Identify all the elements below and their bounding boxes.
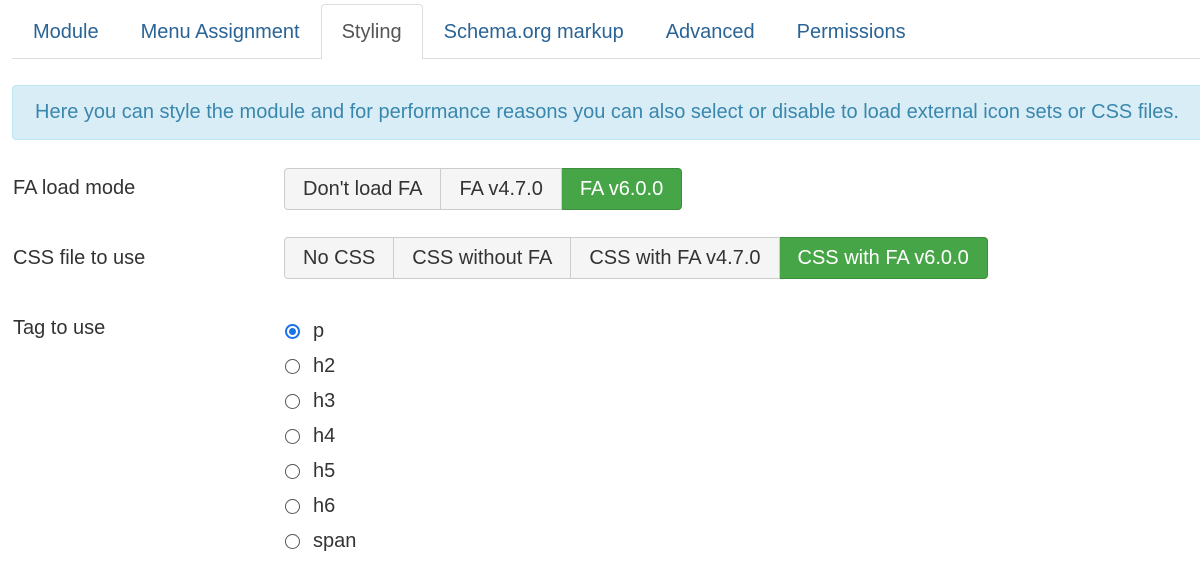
tag-option-h2[interactable]: h2 (284, 349, 356, 384)
css-file-button-group: No CSS CSS without FA CSS with FA v4.7.0… (284, 237, 988, 279)
radio-label: span (313, 530, 357, 552)
tab-permissions[interactable]: Permissions (776, 5, 927, 58)
css-file-label: CSS file to use (13, 247, 146, 269)
tab-styling[interactable]: Styling (320, 4, 423, 59)
tab-schema-org-markup[interactable]: Schema.org markup (423, 5, 645, 58)
tag-option-p[interactable]: p (284, 314, 356, 349)
info-alert: Here you can style the module and for pe… (12, 85, 1200, 140)
radio-label: h5 (313, 460, 336, 482)
tab-module[interactable]: Module (12, 5, 120, 58)
radio-button[interactable] (285, 359, 300, 374)
info-alert-text: Here you can style the module and for pe… (35, 101, 1179, 123)
radio-button[interactable] (285, 324, 300, 339)
radio-button[interactable] (285, 429, 300, 444)
tag-option-h5[interactable]: h5 (284, 454, 356, 489)
fa-load-mode-label: FA load mode (13, 177, 136, 199)
radio-label: h2 (313, 355, 336, 377)
tag-to-use-radio-group: p h2 h3 h4 h5 h6 span (284, 314, 356, 559)
radio-button[interactable] (285, 534, 300, 549)
css-file-with-fa-v4-button[interactable]: CSS with FA v4.7.0 (571, 237, 780, 279)
tag-option-h3[interactable]: h3 (284, 384, 356, 419)
radio-label: h6 (313, 495, 336, 517)
css-file-no-css-button[interactable]: No CSS (284, 237, 395, 279)
fa-load-mode-v6-button[interactable]: FA v6.0.0 (561, 168, 683, 210)
tag-option-span[interactable]: span (284, 524, 356, 559)
radio-label: h4 (313, 425, 336, 447)
tag-to-use-label: Tag to use (13, 317, 106, 339)
tag-option-h6[interactable]: h6 (284, 489, 356, 524)
tag-option-h4[interactable]: h4 (284, 419, 356, 454)
tab-advanced[interactable]: Advanced (645, 5, 776, 58)
radio-label: p (313, 320, 325, 342)
module-styling-page: Module Menu Assignment Styling Schema.or… (0, 0, 1200, 561)
radio-button[interactable] (285, 394, 300, 409)
fa-load-mode-dont-load-button[interactable]: Don't load FA (284, 168, 442, 210)
css-file-with-fa-v6-button[interactable]: CSS with FA v6.0.0 (779, 237, 988, 279)
tab-bar: Module Menu Assignment Styling Schema.or… (12, 4, 1200, 59)
tab-menu-assignment[interactable]: Menu Assignment (120, 5, 321, 58)
radio-button[interactable] (285, 464, 300, 479)
radio-label: h3 (313, 390, 336, 412)
fa-load-mode-button-group: Don't load FA FA v4.7.0 FA v6.0.0 (284, 168, 683, 210)
fa-load-mode-v4-button[interactable]: FA v4.7.0 (441, 168, 562, 210)
radio-button[interactable] (285, 499, 300, 514)
css-file-without-fa-button[interactable]: CSS without FA (394, 237, 572, 279)
